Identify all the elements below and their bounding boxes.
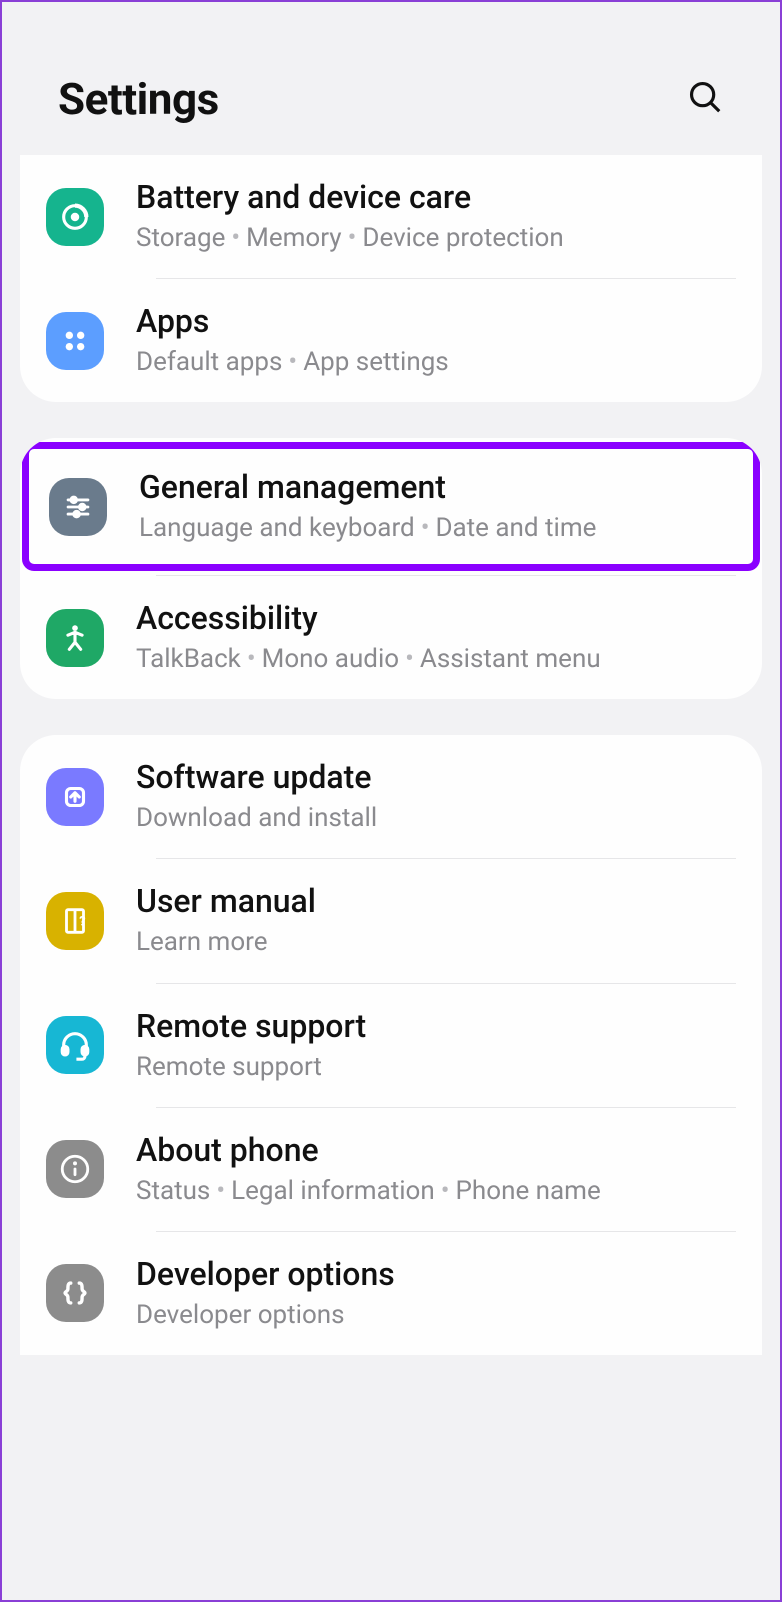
item-title: Remote support xyxy=(136,1006,736,1046)
item-subtitle: Storage•Memory•Device protection xyxy=(136,221,736,256)
sliders-icon xyxy=(49,478,107,536)
settings-item-remote-support[interactable]: Remote support Remote support xyxy=(20,984,762,1107)
item-subtitle: TalkBack•Mono audio•Assistant menu xyxy=(136,642,736,677)
settings-item-software-update[interactable]: Software update Download and install xyxy=(20,735,762,858)
headset-icon xyxy=(46,1016,104,1074)
settings-item-developer-options[interactable]: Developer options Developer options xyxy=(20,1232,762,1355)
settings-item-battery[interactable]: Battery and device care Storage•Memory•D… xyxy=(20,155,762,278)
settings-item-user-manual[interactable]: ? User manual Learn more xyxy=(20,859,762,982)
search-button[interactable] xyxy=(680,72,730,125)
item-subtitle: Download and install xyxy=(136,801,736,836)
update-icon xyxy=(46,768,104,826)
book-icon: ? xyxy=(46,892,104,950)
item-subtitle: Status•Legal information•Phone name xyxy=(136,1174,736,1209)
svg-text:?: ? xyxy=(79,914,85,929)
item-title: Software update xyxy=(136,757,736,797)
item-subtitle: Developer options xyxy=(136,1298,736,1333)
item-title: Apps xyxy=(136,301,736,341)
item-title: User manual xyxy=(136,881,736,921)
item-title: Battery and device care xyxy=(136,177,736,217)
code-braces-icon xyxy=(46,1264,104,1322)
battery-care-icon xyxy=(46,188,104,246)
accessibility-icon xyxy=(46,609,104,667)
settings-item-general-management[interactable]: General management Language and keyboard… xyxy=(22,442,760,571)
info-icon xyxy=(46,1140,104,1198)
settings-group-2: General management Language and keyboard… xyxy=(20,438,762,699)
settings-group-1: Battery and device care Storage•Memory•D… xyxy=(20,155,762,402)
settings-item-about-phone[interactable]: About phone Status•Legal information•Pho… xyxy=(20,1108,762,1231)
settings-item-apps[interactable]: Apps Default apps•App settings xyxy=(20,279,762,402)
item-subtitle: Default apps•App settings xyxy=(136,345,736,380)
search-icon xyxy=(686,104,724,119)
apps-icon xyxy=(46,312,104,370)
item-title: General management xyxy=(139,467,733,507)
item-title: Developer options xyxy=(136,1254,736,1294)
settings-group-3: Software update Download and install ? U… xyxy=(20,735,762,1354)
item-title: Accessibility xyxy=(136,598,736,638)
page-title: Settings xyxy=(58,73,219,125)
item-title: About phone xyxy=(136,1130,736,1170)
item-subtitle: Language and keyboard•Date and time xyxy=(139,511,733,546)
item-subtitle: Learn more xyxy=(136,925,736,960)
app-header: Settings xyxy=(2,2,780,155)
settings-item-accessibility[interactable]: Accessibility TalkBack•Mono audio•Assist… xyxy=(20,576,762,699)
item-subtitle: Remote support xyxy=(136,1050,736,1085)
